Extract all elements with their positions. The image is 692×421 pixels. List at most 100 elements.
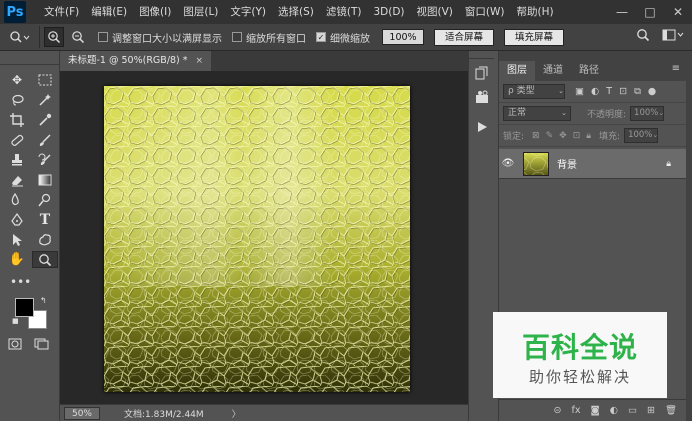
hand-tool[interactable]: ✋: [4, 251, 30, 268]
lock-image-icon[interactable]: ✎: [546, 131, 554, 141]
brush-tool[interactable]: [32, 131, 58, 148]
layer-row[interactable]: 👁︎ 背景 🔒︎: [499, 149, 687, 179]
menu-type[interactable]: 文字(Y): [224, 0, 272, 24]
quick-mask-icon[interactable]: [8, 338, 22, 350]
magic-wand-tool[interactable]: [32, 91, 58, 108]
mask-row: [8, 338, 50, 350]
add-mask-icon[interactable]: ◙: [590, 405, 599, 416]
panel-grip[interactable]: [499, 51, 686, 59]
lock-position-icon[interactable]: ✥: [559, 131, 567, 141]
pen-tool[interactable]: [4, 211, 30, 228]
document-canvas[interactable]: [104, 86, 410, 392]
tab-channels[interactable]: 通道: [535, 61, 571, 81]
menu-layer[interactable]: 图层(L): [177, 0, 224, 24]
canvas-area[interactable]: [60, 71, 468, 404]
panel-menu-icon[interactable]: ≡: [672, 63, 680, 74]
tab-paths[interactable]: 路径: [571, 61, 607, 81]
eraser-tool[interactable]: [4, 171, 30, 188]
healing-brush-tool[interactable]: [4, 131, 30, 148]
shape-filter-icon[interactable]: ⊡: [619, 86, 627, 97]
lock-transparent-icon[interactable]: ⊠: [532, 131, 540, 141]
blur-tool[interactable]: [4, 191, 30, 208]
lasso-tool[interactable]: [4, 91, 30, 108]
zoom-out-button[interactable]: [68, 27, 88, 47]
play-icon: [478, 122, 487, 132]
filter-toggle-icon[interactable]: ●: [648, 86, 656, 97]
chevron-down-icon: ⌄: [652, 131, 659, 139]
menu-select[interactable]: 选择(S): [272, 0, 320, 24]
new-group-icon[interactable]: ▭: [628, 405, 637, 416]
menu-bar: Ps 文件(F) 编辑(E) 图像(I) 图层(L) 文字(Y) 选择(S) 滤…: [0, 0, 692, 24]
history-panel-button[interactable]: [471, 63, 493, 83]
marquee-tool[interactable]: [32, 71, 58, 88]
toolbox-grip[interactable]: [0, 51, 59, 65]
lock-all-icon[interactable]: 🔒︎: [586, 131, 591, 141]
menu-edit[interactable]: 编辑(E): [85, 0, 133, 24]
scrubby-zoom-option[interactable]: ✓ 细微缩放: [316, 30, 370, 45]
shape-tool[interactable]: [32, 231, 58, 248]
pixel-filter-icon[interactable]: ▣: [575, 86, 584, 97]
menu-filter[interactable]: 滤镜(T): [320, 0, 368, 24]
brush-icon: [39, 133, 51, 146]
tool-preset-picker[interactable]: [0, 26, 40, 48]
blend-mode-select[interactable]: 正常 ⌄: [503, 106, 571, 121]
status-zoom-field[interactable]: 50%: [64, 406, 100, 420]
document-tab[interactable]: 未标题-1 @ 50%(RGB/8) * ×: [60, 51, 212, 71]
status-menu-arrow-icon[interactable]: 〉: [232, 407, 241, 420]
eyedropper-tool[interactable]: [32, 111, 58, 128]
screen-mode-icon[interactable]: [34, 338, 50, 350]
default-colors-icon[interactable]: ■: [12, 317, 19, 325]
zoom-tool[interactable]: [32, 251, 58, 268]
mini-strip-grip[interactable]: [469, 51, 494, 59]
properties-panel-button[interactable]: [471, 87, 493, 107]
dodge-tool[interactable]: [32, 191, 58, 208]
new-layer-icon[interactable]: ⊞: [647, 405, 655, 416]
close-button[interactable]: ✕: [664, 0, 692, 24]
document-close-icon[interactable]: ×: [196, 51, 204, 71]
eye-icon[interactable]: 👁︎: [499, 158, 517, 169]
crop-tool[interactable]: [4, 111, 30, 128]
smart-object-filter-icon[interactable]: ⧉: [634, 86, 641, 97]
zoom-in-button[interactable]: [44, 27, 64, 47]
menu-help[interactable]: 帮助(H): [511, 0, 560, 24]
zoom-all-checkbox[interactable]: [232, 32, 242, 42]
actions-panel-button[interactable]: [471, 117, 493, 137]
kind-filter-select[interactable]: ρ 类型 ⌄: [503, 84, 565, 99]
lock-artboard-icon[interactable]: ⊡: [573, 131, 581, 141]
link-layers-icon[interactable]: ⊝: [554, 405, 562, 416]
fx-icon[interactable]: fx: [572, 405, 581, 416]
tab-layers[interactable]: 图层: [499, 61, 535, 81]
workspace-switcher-icon[interactable]: [662, 28, 686, 42]
fill-screen-button[interactable]: 填充屏幕: [504, 28, 565, 46]
opacity-field[interactable]: 100% ⌄: [630, 106, 664, 121]
fill-field[interactable]: 100% ⌄: [624, 128, 658, 143]
gradient-tool[interactable]: [32, 171, 58, 188]
move-tool[interactable]: ✥: [4, 71, 30, 88]
menu-file[interactable]: 文件(F): [38, 0, 85, 24]
menu-window[interactable]: 窗口(W): [459, 0, 511, 24]
resize-window-option[interactable]: 调整窗口大小以满屏显示: [98, 30, 222, 45]
search-icon[interactable]: [636, 28, 650, 42]
menu-view[interactable]: 视图(V): [411, 0, 459, 24]
zoom-all-option[interactable]: 缩放所有窗口: [232, 30, 306, 45]
foreground-color-swatch[interactable]: [15, 298, 34, 317]
history-brush-tool[interactable]: [32, 151, 58, 168]
scrubby-zoom-checkbox[interactable]: ✓: [316, 32, 326, 42]
menu-3d[interactable]: 3D(D): [367, 0, 410, 24]
clone-stamp-tool[interactable]: [4, 151, 30, 168]
path-selection-tool[interactable]: [4, 231, 30, 248]
resize-window-checkbox[interactable]: [98, 32, 108, 42]
type-tool[interactable]: T: [32, 211, 58, 228]
adjustment-filter-icon[interactable]: ◐: [591, 86, 599, 97]
document-size-info: 文档:1.83M/2.44M: [124, 409, 204, 420]
minimize-button[interactable]: —: [608, 0, 636, 24]
type-filter-icon[interactable]: T: [606, 86, 612, 97]
fit-screen-button[interactable]: 适合屏幕: [434, 28, 495, 46]
restore-button[interactable]: □: [636, 0, 664, 24]
menu-image[interactable]: 图像(I): [133, 0, 177, 24]
adjustment-layer-icon[interactable]: ◐: [610, 405, 618, 416]
delete-layer-icon[interactable]: 🗑︎: [665, 405, 677, 416]
zoom-percent-button[interactable]: 100%: [382, 29, 424, 45]
swap-colors-icon[interactable]: ↰: [40, 296, 47, 305]
more-tools-icon[interactable]: •••: [10, 275, 31, 289]
